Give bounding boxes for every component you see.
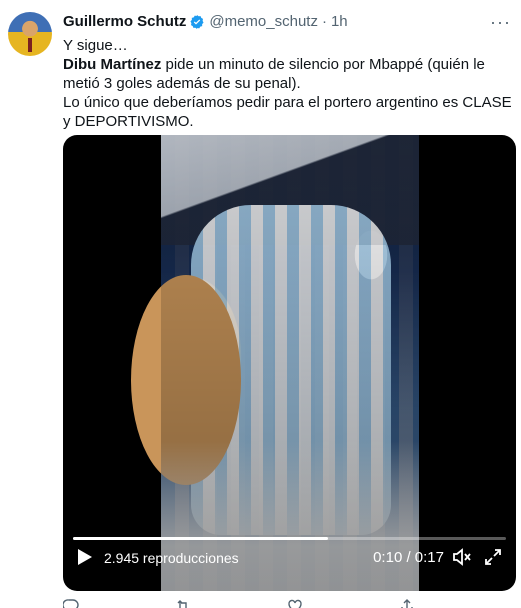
reply-icon bbox=[63, 599, 79, 608]
avatar-tie bbox=[28, 38, 32, 52]
video-player[interactable]: 2.945 reproducciones 0:10 / 0:17 bbox=[63, 135, 516, 591]
reply-button[interactable] bbox=[63, 598, 175, 608]
tweet-line-3: Lo único que deberíamos pedir para el po… bbox=[63, 94, 512, 130]
like-button[interactable] bbox=[287, 598, 399, 608]
tweet-text: Y sigue… Dibu Martínez pide un minuto de… bbox=[63, 36, 513, 131]
play-icon[interactable] bbox=[77, 548, 93, 566]
tweet-header: Guillermo Schutz @memo_schutz · 1h bbox=[63, 12, 513, 32]
volume-muted-icon[interactable] bbox=[452, 548, 472, 566]
more-dots-icon[interactable]: ··· bbox=[490, 12, 511, 33]
retweet-icon bbox=[177, 600, 187, 608]
video-timecode: 0:10 / 0:17 bbox=[373, 549, 444, 566]
separator-dot: · bbox=[321, 13, 327, 30]
author-avatar[interactable] bbox=[8, 12, 52, 56]
video-controls: 2.945 reproducciones 0:10 / 0:17 bbox=[63, 521, 516, 591]
verified-badge-icon bbox=[190, 15, 204, 29]
heart-icon bbox=[288, 599, 302, 608]
tweet: Guillermo Schutz @memo_schutz · 1h ··· Y… bbox=[63, 12, 513, 131]
fullscreen-icon[interactable] bbox=[484, 548, 502, 566]
tweet-line-2: Dibu Martínez pide un minuto de silencio… bbox=[63, 55, 513, 93]
tweet-timestamp[interactable]: 1h bbox=[331, 12, 348, 32]
tweet-actions bbox=[63, 598, 513, 608]
tweet-line-1: Y sigue… bbox=[63, 37, 128, 54]
share-icon bbox=[401, 599, 413, 608]
author-name[interactable]: Guillermo Schutz bbox=[63, 12, 186, 32]
author-handle[interactable]: @memo_schutz bbox=[209, 12, 318, 32]
mentioned-player: Dibu Martínez bbox=[63, 56, 162, 73]
retweet-button[interactable] bbox=[175, 598, 287, 608]
view-count: 2.945 reproducciones bbox=[104, 550, 239, 566]
progress-fill bbox=[73, 537, 328, 540]
progress-bar[interactable] bbox=[73, 537, 506, 540]
share-button[interactable] bbox=[399, 598, 511, 608]
